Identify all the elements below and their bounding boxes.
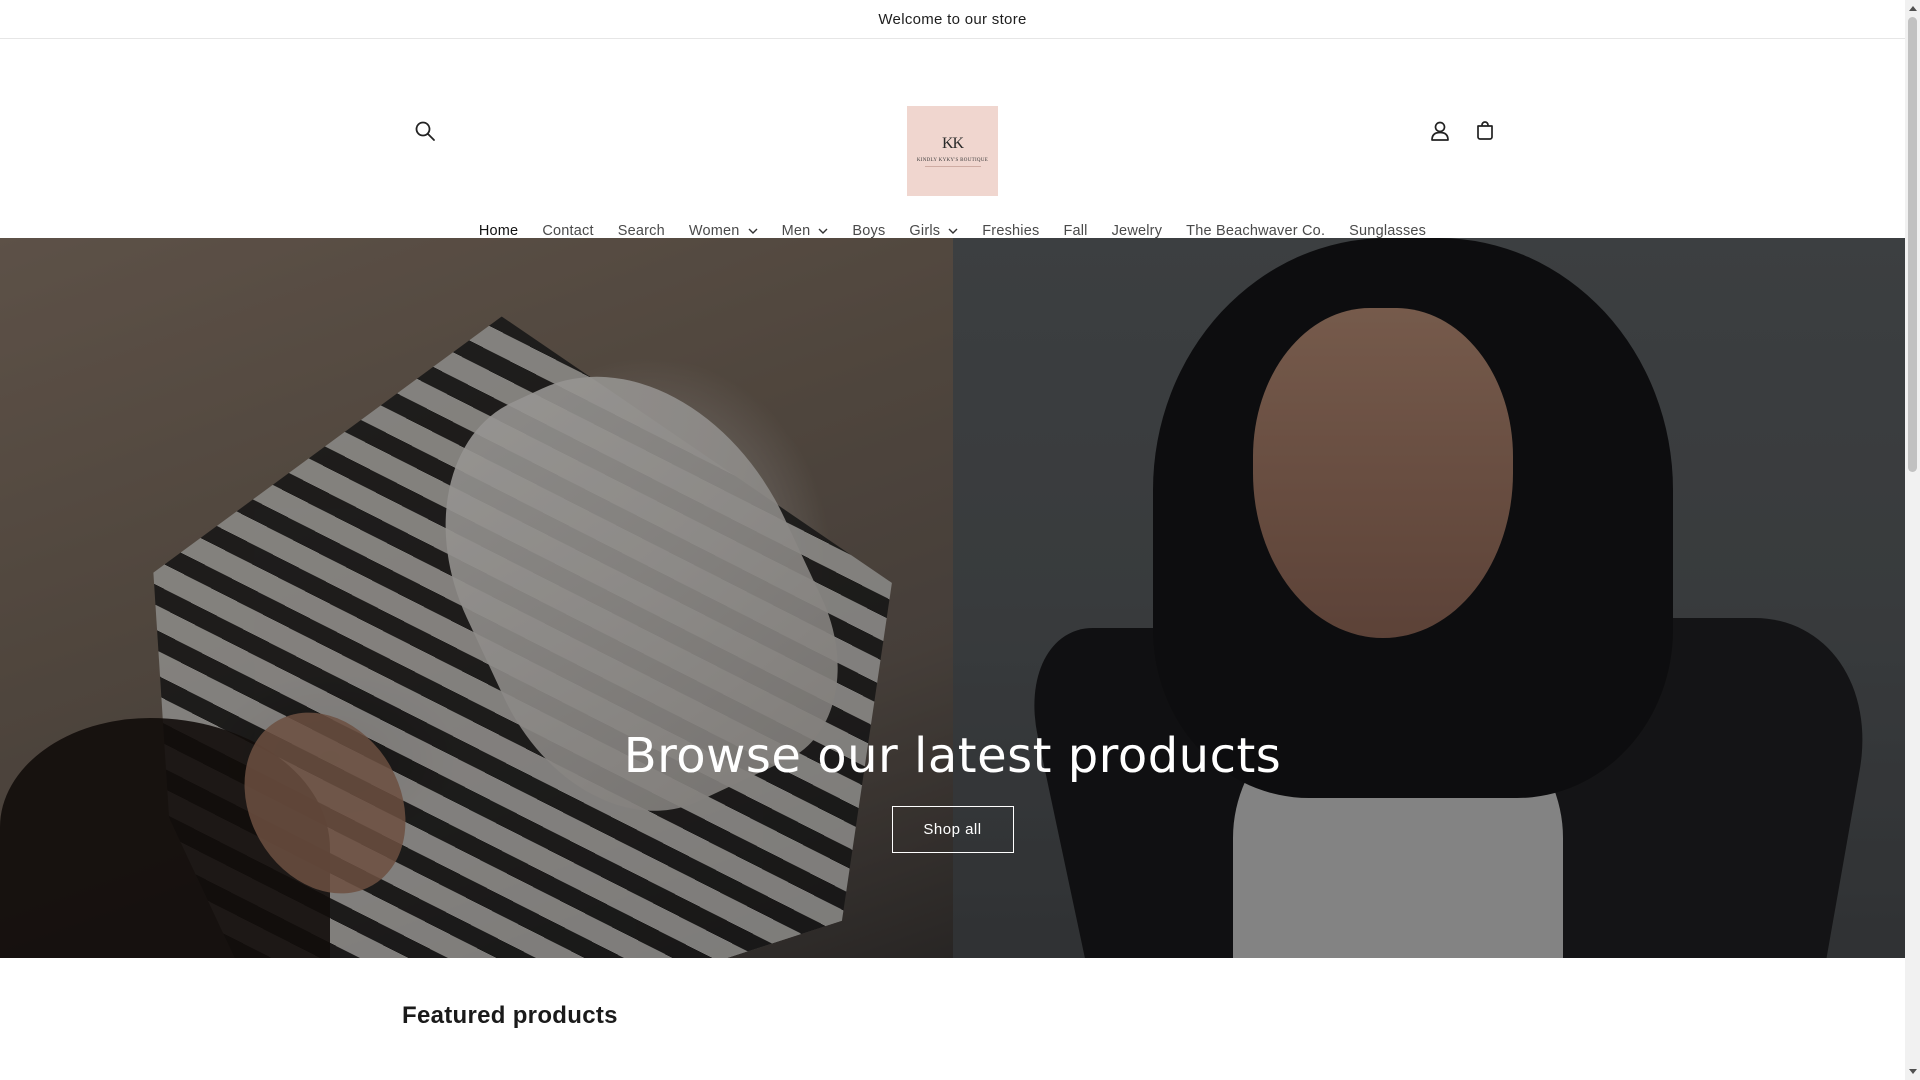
hero-heading: Browse our latest products <box>623 728 1282 784</box>
arrow-up-icon <box>1908 6 1917 11</box>
nav-label: Contact <box>542 223 594 239</box>
nav-label: Men <box>781 223 811 239</box>
nav-label: Home <box>478 223 519 239</box>
store-logo[interactable]: KK KINDLY KYKY'S BOUTIQUE <box>907 106 998 196</box>
cart-button[interactable] <box>1465 111 1505 151</box>
nav-label: Girls <box>909 223 941 239</box>
nav-label: Sunglasses <box>1349 223 1427 239</box>
account-icon <box>1431 121 1449 141</box>
featured-products-heading: Featured products <box>402 1002 618 1029</box>
hero-content: Browse our latest products Shop all <box>0 728 1905 853</box>
nav-label: Jewelry <box>1111 223 1163 239</box>
chevron-down-icon <box>748 226 758 236</box>
logo-mark: KK <box>941 134 964 152</box>
shop-all-button[interactable]: Shop all <box>891 806 1014 853</box>
nav-label: Search <box>617 223 665 239</box>
cart-icon <box>1477 121 1493 140</box>
announcement-bar: Welcome to our store <box>0 0 1905 39</box>
hero-banner: Browse our latest products Shop all <box>0 238 1905 958</box>
storefront-page: Welcome to our store KK KINDLY KYKY'S BO… <box>0 0 1905 1080</box>
logo-divider <box>924 165 981 167</box>
arrow-down-icon <box>1908 1069 1917 1074</box>
account-button[interactable] <box>1420 111 1460 151</box>
site-header: KK KINDLY KYKY'S BOUTIQUE Home Contact S… <box>0 39 1905 239</box>
scrollbar-thumb[interactable] <box>1908 17 1917 472</box>
nav-label: Fall <box>1063 223 1088 239</box>
page-scrollbar[interactable] <box>1905 0 1920 1080</box>
chevron-down-icon <box>818 226 828 236</box>
nav-label: Freshies <box>982 223 1040 239</box>
nav-label: The Beachwaver Co. <box>1186 223 1326 239</box>
scroll-down-arrow[interactable] <box>1905 1063 1920 1080</box>
search-icon <box>415 121 435 141</box>
nav-label: Women <box>688 223 740 239</box>
nav-label: Boys <box>852 223 886 239</box>
chevron-down-icon <box>948 226 958 236</box>
logo-subtitle: KINDLY KYKY'S BOUTIQUE <box>916 157 989 163</box>
scroll-up-arrow[interactable] <box>1905 0 1920 17</box>
announcement-text: Welcome to our store <box>878 10 1027 28</box>
search-button[interactable] <box>405 111 445 151</box>
